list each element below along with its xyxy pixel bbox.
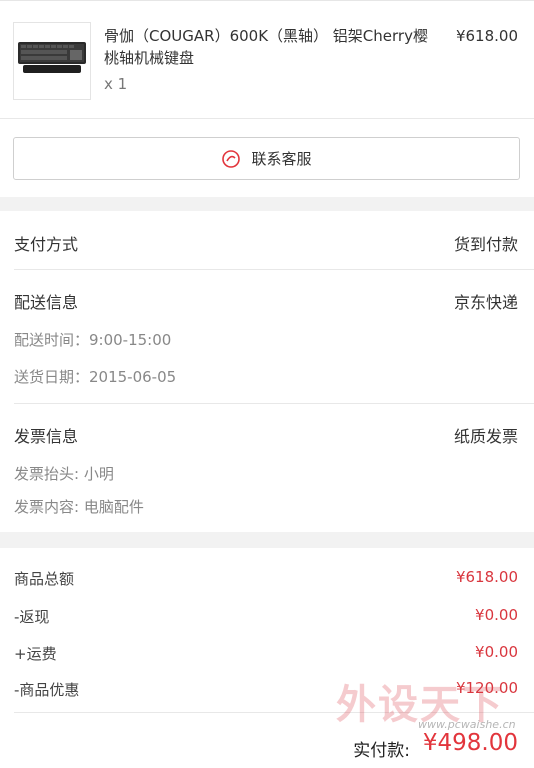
subtotal-value: ¥618.00 bbox=[455, 568, 518, 586]
discount-label: -商品优惠 bbox=[14, 681, 80, 699]
product-thumbnail[interactable] bbox=[13, 22, 91, 100]
order-info: 支付方式 货到付款 配送信息 京东快递 配送时间：9:00-15:00 送货日期… bbox=[0, 211, 534, 532]
invoice-value: 纸质发票 bbox=[453, 427, 518, 446]
discount-value: ¥120.00 bbox=[455, 679, 518, 697]
chat-icon bbox=[222, 149, 241, 168]
final-payment-label: 实付款: bbox=[353, 741, 410, 761]
product-quantity: x 1 bbox=[104, 75, 128, 93]
payment-row[interactable]: 支付方式 货到付款 bbox=[0, 211, 534, 269]
final-payment-value: ¥498.00 bbox=[422, 730, 518, 756]
divider bbox=[0, 118, 534, 119]
delivery-date: 送货日期：2015-06-05 bbox=[14, 368, 177, 386]
contact-customer-service-label: 联系客服 bbox=[251, 150, 312, 168]
product-price: ¥618.00 bbox=[455, 27, 518, 45]
delivery-value: 京东快递 bbox=[453, 293, 518, 312]
delivery-time: 配送时间：9:00-15:00 bbox=[14, 331, 172, 349]
subtotal-label: 商品总额 bbox=[14, 570, 75, 588]
cashback-value: ¥0.00 bbox=[475, 606, 518, 624]
invoice-content: 发票内容: 电脑配件 bbox=[14, 498, 144, 516]
cashback-label: -返现 bbox=[14, 608, 50, 626]
keyboard-icon bbox=[18, 42, 86, 73]
product-name[interactable]: 骨伽（COUGAR）600K（黑轴） 铝架Cherry樱桃轴机械键盘 bbox=[104, 25, 434, 69]
invoice-title: 发票抬头: 小明 bbox=[14, 465, 114, 483]
product-card: 骨伽（COUGAR）600K（黑轴） 铝架Cherry樱桃轴机械键盘 x 1 ¥… bbox=[0, 0, 534, 197]
payment-label: 支付方式 bbox=[14, 235, 79, 254]
delivery-row[interactable]: 配送信息 京东快递 配送时间：9:00-15:00 送货日期：2015-06-0… bbox=[0, 270, 534, 400]
shipping-value: ¥0.00 bbox=[475, 643, 518, 661]
divider bbox=[14, 712, 534, 713]
delivery-label: 配送信息 bbox=[14, 293, 79, 312]
invoice-label: 发票信息 bbox=[14, 427, 79, 446]
shipping-label: +运费 bbox=[14, 645, 57, 663]
contact-customer-service-button[interactable]: 联系客服 bbox=[13, 137, 520, 180]
payment-value: 货到付款 bbox=[453, 235, 518, 254]
invoice-row[interactable]: 发票信息 纸质发票 发票抬头: 小明 发票内容: 电脑配件 bbox=[0, 404, 534, 532]
